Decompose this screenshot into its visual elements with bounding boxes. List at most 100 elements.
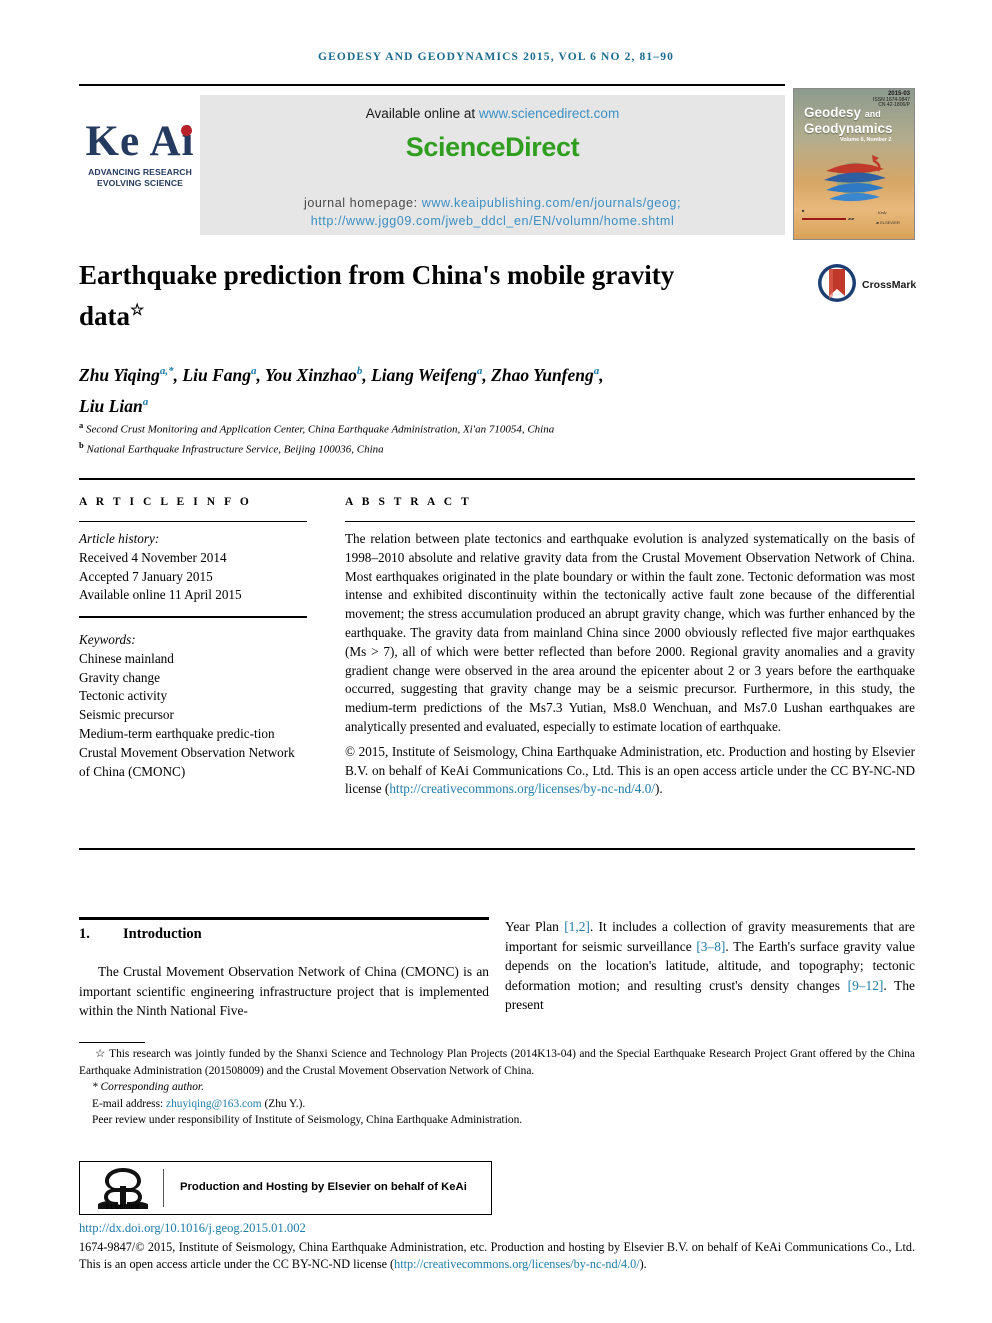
- keai-tagline-line2: EVOLVING SCIENCE: [97, 177, 183, 188]
- title-footnote-marker: ☆: [130, 302, 145, 319]
- citation-ref[interactable]: [3–8]: [696, 939, 725, 954]
- section-title: Introduction: [123, 926, 202, 942]
- introduction-column-left: The Crustal Movement Observation Network…: [79, 962, 489, 1021]
- abstract-rule: [345, 521, 915, 522]
- journal-homepage-lines: journal homepage: www.keaipublishing.com…: [200, 194, 785, 230]
- affiliation-text: Second Crust Monitoring and Application …: [86, 423, 555, 436]
- abstract-block-top-rule: [79, 478, 915, 480]
- email-label: E-mail address:: [92, 1097, 167, 1110]
- introduction-column-right: Year Plan [1,2]. It includes a collectio…: [505, 917, 915, 1015]
- footnote-funding: ☆ This research was jointly funded by th…: [79, 1048, 915, 1077]
- author-sup: a,*: [159, 365, 174, 377]
- author-name: Zhu Yiqing: [79, 364, 160, 385]
- available-online-line: Available online at www.sciencedirect.co…: [200, 106, 785, 121]
- cover-globe-graphic: [824, 155, 886, 202]
- author-item: Zhao Yunfenga: [491, 365, 599, 385]
- affiliation-item: b National Earthquake Infrastructure Ser…: [79, 438, 809, 458]
- footer-legal: 1674-9847/© 2015, Institute of Seismolog…: [79, 1239, 915, 1274]
- footnote-separator-rule: [79, 1042, 145, 1044]
- journal-cover-thumbnail[interactable]: 2015-03 ISSN 1674-9847 CN 42-1806/P Geod…: [793, 88, 915, 240]
- affiliation-text: National Earthquake Infrastructure Servi…: [86, 443, 384, 456]
- keyword-item: Seismic precursor: [79, 707, 174, 723]
- abstract-text: The relation between plate tectonics and…: [345, 531, 915, 734]
- cover-mark-left: ■: [802, 208, 805, 213]
- introduction-rule: [79, 917, 489, 920]
- cc-license-link[interactable]: http://creativecommons.org/licenses/by-n…: [389, 781, 655, 796]
- sciencedirect-wordmark: ScienceDirect: [405, 132, 580, 162]
- available-online-label: Available online at: [365, 106, 479, 121]
- footnote-peer-review: Peer review under responsibility of Inst…: [92, 1114, 523, 1127]
- abstract-heading: A B S T R A C T: [345, 496, 472, 508]
- crossmark-label: CrossMark: [862, 279, 917, 291]
- introduction-paragraph-left: The Crustal Movement Observation Network…: [79, 964, 489, 1019]
- sciencedirect-link[interactable]: www.sciencedirect.com: [479, 106, 619, 121]
- introduction-paragraph-right: Year Plan [1,2]. It includes a collectio…: [505, 917, 915, 1015]
- author-item: Liang Weifenga: [371, 365, 482, 385]
- doi-link[interactable]: http://dx.doi.org/10.1016/j.geog.2015.01…: [79, 1221, 306, 1236]
- footnote-corresponding-author: * Corresponding author.: [92, 1081, 204, 1094]
- keai-logo: Ke Ai ADVANCING RESEARCH EVOLVING SCIENC…: [81, 120, 199, 188]
- article-info-rule: [79, 521, 307, 522]
- abstract-copyright: © 2015, Institute of Seismology, China E…: [345, 743, 915, 799]
- cover-journal-title: Geodesy and Geodynamics: [804, 105, 893, 136]
- abstract-block-bottom-rule: [79, 848, 915, 850]
- page-title: Earthquake prediction from China's mobil…: [79, 258, 719, 334]
- author-sup: a: [250, 365, 257, 377]
- abstract-body: The relation between plate tectonics and…: [345, 530, 915, 799]
- author-name: You Xinzhao: [264, 364, 357, 385]
- author-sup: b: [356, 365, 363, 377]
- affiliation-list: a Second Crust Monitoring and Applicatio…: [79, 418, 809, 458]
- author-name: Liu Lian: [79, 395, 143, 416]
- cover-mark-bar: [802, 218, 846, 220]
- keyword-item: Gravity change: [79, 669, 160, 685]
- author-item: Liu Liana: [79, 396, 148, 416]
- footer-cc-license-link[interactable]: http://creativecommons.org/licenses/by-n…: [394, 1257, 640, 1271]
- cover-publisher-marks: ■ ▰▰ KeAi ▰ ELSEVIER: [800, 208, 908, 234]
- journal-homepage-label: journal homepage:: [303, 196, 422, 210]
- masthead-panel: Available online at www.sciencedirect.co…: [200, 95, 785, 235]
- cover-mark-mid: ▰▰: [848, 216, 855, 221]
- paper-page: Geodesy and Geodynamics 2015, Vol 6 No 2…: [0, 0, 992, 1323]
- cover-title-line-1: Geodesy: [804, 105, 862, 120]
- crossmark-badge[interactable]: CrossMark: [816, 262, 916, 312]
- keai-wordmark-text: Ke Ai: [85, 118, 195, 165]
- author-item: You Xinzhaob: [265, 365, 362, 385]
- publisher-box-text: Production and Hosting by Elsevier on be…: [180, 1181, 467, 1193]
- intro-right-text-1: Year Plan: [505, 919, 565, 934]
- publisher-box-divider: [163, 1169, 164, 1207]
- cover-title-line-2: Geodynamics: [804, 120, 893, 136]
- author-item: Zhu Yiqinga,*: [79, 365, 174, 385]
- keyword-item: Chinese mainland: [79, 650, 174, 666]
- article-info-heading: A R T I C L E I N F O: [79, 496, 252, 508]
- keywords-rule: [79, 616, 307, 618]
- email-link[interactable]: zhuyiqing@163.com: [166, 1098, 262, 1110]
- author-name: Liang Weifeng: [371, 364, 477, 385]
- keai-wordmark: Ke Ai: [86, 120, 195, 164]
- author-sup: a: [476, 365, 483, 377]
- citation-ref[interactable]: [9–12]: [848, 978, 884, 993]
- author-list: Zhu Yiqinga,*, Liu Fanga, You Xinzhaob, …: [79, 364, 604, 416]
- elsevier-wordmark: ELSEVIER: [105, 1205, 141, 1211]
- keyword-item: Tectonic activity: [79, 688, 168, 704]
- cover-volume-line: Volume 6, Number 2: [840, 137, 892, 143]
- section-number: 1.: [79, 926, 90, 942]
- running-head: Geodesy and Geodynamics 2015, Vol 6 No 2…: [317, 51, 675, 63]
- elsevier-tree-icon: [98, 1168, 148, 1209]
- footnote-email: E-mail address: zhuyiqing@163.com (Zhu Y…: [79, 1096, 915, 1113]
- journal-homepage-link-2[interactable]: http://www.jgg09.com/jweb_ddcl_en/EN/vol…: [311, 214, 675, 228]
- affiliation-marker: a: [79, 420, 84, 430]
- keai-tagline-line1: ADVANCING RESEARCH: [88, 167, 192, 177]
- author-name: Liu Fang: [182, 364, 251, 385]
- footnote-block: ☆ This research was jointly funded by th…: [79, 1046, 915, 1129]
- author-sup: a: [142, 395, 149, 408]
- keyword-item: Medium-term earthquake predic-tion: [79, 725, 275, 741]
- citation-ref[interactable]: [1,2]: [564, 919, 590, 934]
- article-history-block: Article history: Received 4 November 201…: [79, 530, 307, 605]
- cover-title-and: and: [864, 109, 881, 119]
- journal-homepage-link-1[interactable]: www.keaipublishing.com/en/journals/geog;: [422, 196, 681, 210]
- article-accepted: Accepted 7 January 2015: [79, 568, 213, 584]
- cover-mark-elsevier: ▰ ELSEVIER: [876, 220, 900, 225]
- keywords-block: Keywords: Chinese mainland Gravity chang…: [79, 631, 307, 781]
- author-name: Zhao Yunfeng: [491, 364, 594, 385]
- affiliation-marker: b: [79, 440, 84, 451]
